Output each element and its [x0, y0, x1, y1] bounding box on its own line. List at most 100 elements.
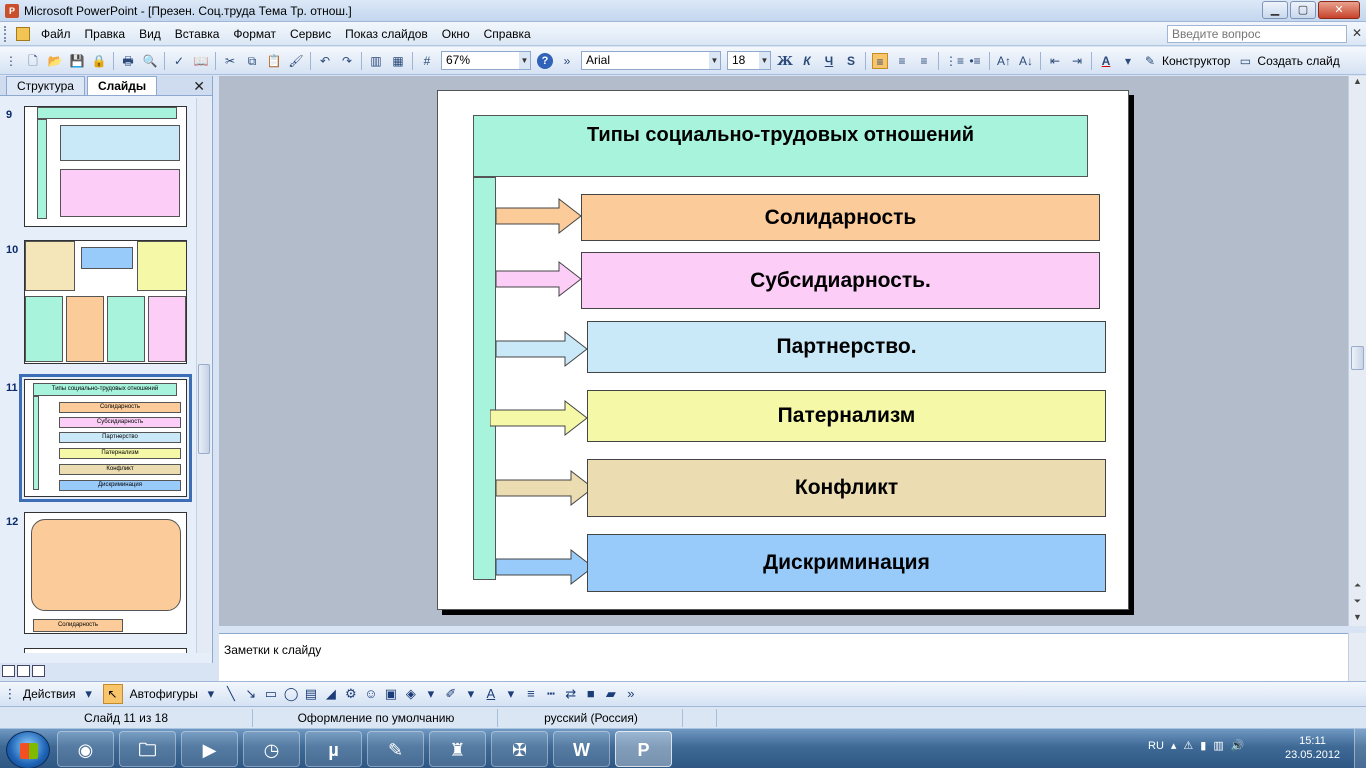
menu-tools[interactable]: Сервис — [283, 27, 338, 41]
research-icon[interactable]: 📖 — [193, 53, 209, 69]
menu-slideshow[interactable]: Показ слайдов — [338, 27, 435, 41]
chevron-down-icon[interactable]: ▼ — [519, 52, 530, 69]
volume-icon[interactable]: 🔊 — [1231, 739, 1245, 752]
pane-close-icon[interactable]: ✕ — [193, 78, 205, 95]
print-icon[interactable]: 🖶 — [120, 53, 136, 69]
slide-sorter-icon[interactable] — [17, 665, 30, 677]
battery-icon[interactable]: ▮ — [1200, 739, 1206, 752]
notes-scrollbar[interactable] — [1348, 633, 1366, 681]
new-slide-icon[interactable]: ▭ — [1237, 53, 1253, 69]
new-slide-button[interactable]: Создать слайд — [1257, 54, 1339, 68]
designer-button[interactable]: Конструктор — [1162, 54, 1230, 68]
redo-icon[interactable]: ↷ — [339, 53, 355, 69]
scrollbar-thumb[interactable] — [198, 364, 210, 454]
document-close-icon[interactable]: ✕ — [1352, 26, 1362, 40]
chevron-down-icon[interactable]: ▼ — [759, 52, 770, 69]
zoom-combo[interactable]: 67% ▼ — [441, 51, 531, 70]
format-painter-icon[interactable]: 🖌 — [288, 53, 304, 69]
chevron-down-icon[interactable]: ▾ — [504, 686, 518, 701]
word-icon[interactable]: W — [553, 731, 610, 767]
save-icon[interactable]: 💾 — [69, 53, 85, 69]
media-player-icon[interactable]: ▶ — [181, 731, 238, 767]
decrease-font-icon[interactable]: A↓ — [1018, 53, 1034, 69]
chrome-icon[interactable]: ◉ — [57, 731, 114, 767]
autoshapes-menu[interactable]: Автофигуры — [130, 687, 198, 701]
chevron-down-icon[interactable]: ▾ — [464, 686, 478, 701]
slide-thumbnail-12[interactable]: Солидарность — [24, 512, 187, 634]
menu-view[interactable]: Вид — [132, 27, 168, 41]
connector-arrow[interactable] — [496, 261, 583, 297]
vertical-connector-bar[interactable] — [473, 177, 496, 580]
network-icon[interactable]: ▥ — [1213, 739, 1223, 752]
decrease-indent-icon[interactable]: ⇤ — [1047, 53, 1063, 69]
textbox-icon[interactable]: ▤ — [304, 686, 318, 701]
paste-icon[interactable]: 📋 — [266, 53, 282, 69]
font-combo[interactable]: Arial ▼ — [581, 51, 721, 70]
grid-icon[interactable]: # — [419, 53, 435, 69]
underline-button[interactable]: Ч — [821, 53, 837, 69]
slideshow-icon[interactable] — [32, 665, 45, 677]
bullets-icon[interactable]: •≡ — [967, 53, 983, 69]
oval-icon[interactable]: ◯ — [284, 686, 299, 701]
font-size-combo[interactable]: 18 ▼ — [727, 51, 771, 70]
dash-style-icon[interactable]: ┅ — [544, 686, 558, 701]
type-box[interactable]: Патернализм — [587, 390, 1106, 442]
line-style-icon[interactable]: ≡ — [524, 686, 538, 701]
cut-icon[interactable]: ✂ — [222, 53, 238, 69]
utorrent-icon[interactable]: µ — [305, 731, 362, 767]
clock[interactable]: 15:11 23.05.2012 — [1285, 734, 1340, 762]
fill-color-icon[interactable]: ◈ — [404, 686, 418, 701]
increase-font-icon[interactable]: A↑ — [996, 53, 1012, 69]
align-center-icon[interactable]: ≡ — [894, 53, 910, 69]
powerpoint-icon[interactable]: P — [615, 731, 672, 767]
slide-canvas[interactable]: Типы социально-трудовых отношений Солида… — [437, 90, 1129, 610]
undo-icon[interactable]: ↶ — [317, 53, 333, 69]
help-icon[interactable]: ? — [537, 52, 553, 69]
permission-icon[interactable]: 🔒 — [91, 53, 107, 69]
numbering-icon[interactable]: ⋮≡ — [945, 53, 964, 69]
chevron-down-icon[interactable]: ▾ — [204, 686, 218, 701]
rectangle-icon[interactable]: ▭ — [264, 686, 278, 701]
type-box[interactable]: Солидарность — [581, 194, 1100, 241]
connector-arrow[interactable] — [496, 549, 595, 585]
arrow-style-icon[interactable]: ⇄ — [564, 686, 578, 701]
tab-slides[interactable]: Слайды — [86, 76, 158, 95]
menu-grip-icon[interactable] — [4, 25, 10, 42]
menu-window[interactable]: Окно — [435, 27, 477, 41]
align-left-icon[interactable]: ≡ — [872, 52, 888, 69]
type-box[interactable]: Дискриминация — [587, 534, 1106, 592]
explorer-folder-icon[interactable]: 🗀 — [119, 731, 176, 767]
connector-arrow[interactable] — [496, 198, 583, 234]
show-desktop-button[interactable] — [1354, 729, 1366, 768]
chevron-down-icon[interactable]: ▼ — [709, 52, 720, 69]
actions-menu[interactable]: Действия — [23, 687, 76, 701]
warning-icon[interactable]: ⚠ — [1183, 739, 1193, 752]
new-document-icon[interactable]: 🗋 — [25, 53, 41, 69]
bold-button[interactable]: Ж — [777, 53, 793, 69]
diagram-icon[interactable]: ⚙ — [344, 686, 358, 701]
toolbar-grip-icon[interactable]: ⋮ — [3, 686, 17, 701]
chevron-down-icon[interactable]: ▾ — [424, 686, 438, 701]
chevron-down-icon[interactable]: ▾ — [1120, 53, 1136, 69]
close-button[interactable]: ✕ — [1318, 1, 1360, 19]
menu-help[interactable]: Справка — [477, 27, 538, 41]
select-cursor-icon[interactable]: ↖ — [102, 683, 123, 704]
clipart-icon[interactable]: ☺ — [364, 686, 378, 701]
notes-pane[interactable]: Заметки к слайду — [219, 633, 1348, 681]
type-box[interactable]: Конфликт — [587, 459, 1106, 517]
line-color-icon[interactable]: ✐ — [444, 686, 458, 701]
open-folder-icon[interactable]: 📂 — [47, 53, 63, 69]
spelling-icon[interactable]: ✓ — [171, 53, 187, 69]
scroll-up-icon[interactable]: ▲ — [1351, 76, 1364, 90]
picture-icon[interactable]: ▣ — [384, 686, 398, 701]
copy-icon[interactable]: ⧉ — [244, 53, 260, 69]
scroll-down-icon[interactable]: ▼ — [1351, 612, 1364, 626]
shadow-style-icon[interactable]: ■ — [584, 686, 598, 701]
slide-thumbnail-13[interactable] — [24, 648, 187, 653]
notepad-icon[interactable]: ✎ — [367, 731, 424, 767]
3d-style-icon[interactable]: ▰ — [604, 686, 618, 701]
increase-indent-icon[interactable]: ⇥ — [1069, 53, 1085, 69]
start-button[interactable] — [6, 731, 50, 768]
minimize-button[interactable]: ▁ — [1262, 1, 1288, 19]
connector-arrow[interactable] — [496, 470, 595, 506]
